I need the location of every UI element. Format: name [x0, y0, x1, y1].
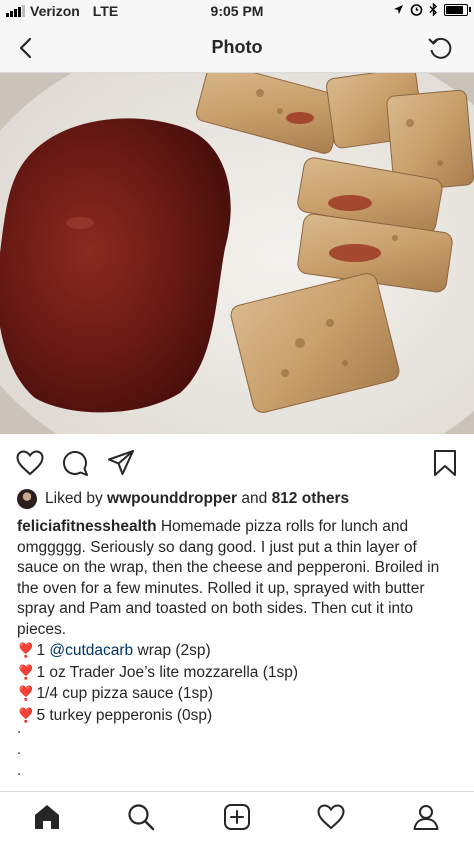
ingredient-item: ❣️ 1 @cutdacarb wrap (2sp): [17, 640, 461, 662]
ingredient-text: 5 turkey pepperonis (0sp): [36, 706, 213, 724]
liked-by-user[interactable]: wwpounddropper: [107, 490, 237, 507]
ingredient-prefix: 1: [36, 642, 50, 659]
refresh-icon[interactable]: [426, 34, 454, 62]
ingredient-text: wrap (2sp): [133, 642, 211, 659]
ingredient-item: ❣️ 1 oz Trader Joe’s lite mozzarella (1sp…: [17, 662, 461, 684]
post-actions: [0, 440, 474, 484]
bluetooth-icon: [429, 3, 437, 16]
status-bar: Verizon LTE 9:05 PM: [0, 0, 474, 24]
ingredient-text: 1/4 cup pizza sauce (1sp): [36, 685, 214, 702]
ingredient-text: 1 oz Trader Joe’s lite mozzarella (1sp): [36, 663, 299, 681]
liked-by-and: and: [241, 490, 268, 507]
new-post-icon[interactable]: [222, 802, 252, 832]
battery-icon: [444, 3, 471, 16]
liked-by-prefix: Liked by: [45, 490, 103, 507]
dot-line: .: [17, 741, 22, 758]
search-icon[interactable]: [126, 802, 156, 832]
mention-link[interactable]: @cutdacarb: [49, 642, 133, 659]
heart-exclamation-icon: ❣️: [17, 685, 35, 701]
heart-exclamation-icon: ❣️: [17, 642, 35, 658]
likes-summary: Liked by wwpounddropper and 812 others: [17, 489, 349, 509]
status-icons: [393, 3, 471, 16]
share-icon[interactable]: [106, 448, 136, 478]
heart-exclamation-icon: ❣️: [17, 663, 35, 680]
location-icon: [394, 4, 403, 14]
profile-icon[interactable]: [411, 802, 441, 832]
dot-line: .: [17, 762, 22, 779]
bottom-tab-bar: [0, 791, 474, 843]
caption-username[interactable]: feliciafitnesshealth: [17, 518, 157, 535]
ingredient-item: ❣️ 5 turkey pepperonis (0sp): [17, 705, 461, 727]
post-photo[interactable]: [0, 73, 474, 434]
alarm-icon: [410, 4, 423, 16]
bookmark-icon[interactable]: [430, 448, 460, 478]
home-icon[interactable]: [32, 802, 62, 832]
food-photo-illustration: [0, 73, 474, 434]
navigation-bar: Photo: [0, 24, 474, 73]
like-heart-icon[interactable]: [15, 448, 45, 478]
caption-text: Homemade pizza rolls for lunch and omggg…: [17, 518, 440, 638]
ingredient-item: ❣️ 1/4 cup pizza sauce (1sp): [17, 683, 461, 705]
page-title: Photo: [211, 37, 263, 57]
caption-trailing-dots: . . . .: [17, 718, 21, 802]
post-caption: feliciafitnesshealth Homemade pizza roll…: [17, 517, 461, 726]
dot-line: .: [17, 720, 22, 737]
activity-heart-icon[interactable]: [316, 802, 346, 832]
liked-by-others[interactable]: 812 others: [272, 490, 350, 507]
avatar[interactable]: [17, 489, 37, 509]
comment-icon[interactable]: [60, 448, 90, 478]
